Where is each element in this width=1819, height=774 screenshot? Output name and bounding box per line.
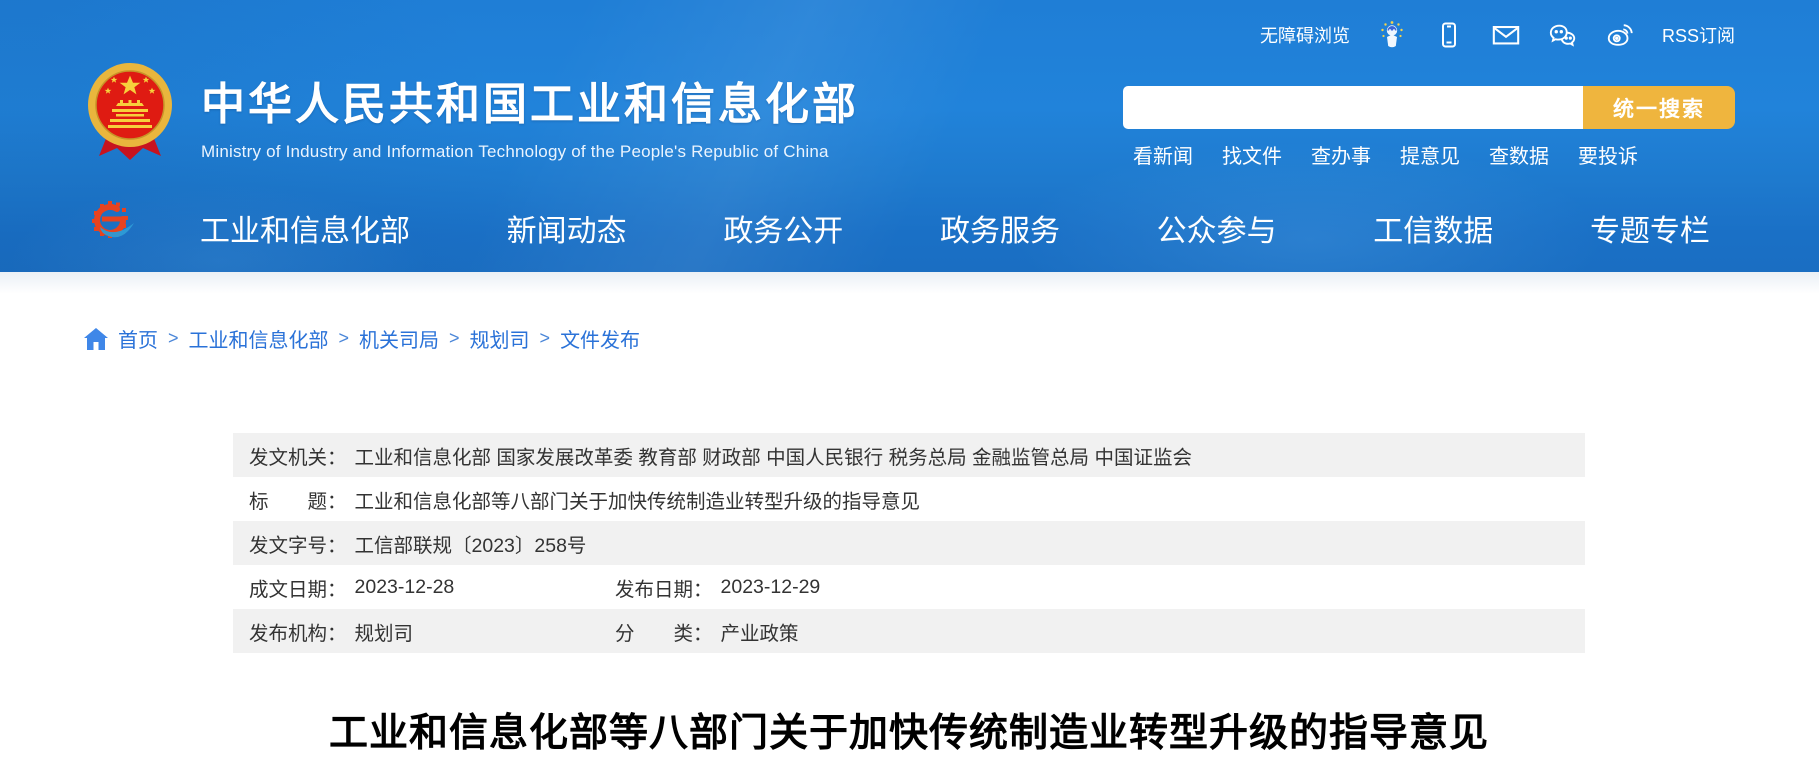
article-title: 工业和信息化部等八部门关于加快传统制造业转型升级的指导意见 — [233, 702, 1585, 758]
breadcrumb-planning-dept[interactable]: 规划司 — [470, 324, 530, 353]
robot-assistant-icon[interactable] — [1377, 20, 1407, 50]
meta-label: 发文字号： — [249, 529, 347, 558]
breadcrumb-ministry[interactable]: 工业和信息化部 — [189, 324, 329, 353]
meta-row-title: 标 题： 工业和信息化部等八部门关于加快传统制造业转型升级的指导意见 — [233, 477, 1585, 521]
breadcrumb: 首页 > 工业和信息化部 > 机关司局 > 规划司 > 文件发布 — [84, 324, 640, 353]
site-header: 无障碍浏览 — [0, 0, 1819, 272]
meta-value: 2023-12-28 — [355, 576, 455, 599]
national-emblem-logo — [85, 60, 175, 162]
quicklink-complaint[interactable]: 要投诉 — [1578, 140, 1638, 169]
breadcrumb-departments[interactable]: 机关司局 — [359, 324, 439, 353]
quicklink-feedback[interactable]: 提意见 — [1400, 140, 1460, 169]
nav-item-news[interactable]: 新闻动态 — [507, 206, 627, 250]
quick-links: 看新闻 找文件 查办事 提意见 查数据 要投诉 — [1133, 140, 1638, 169]
search-bar: 统一搜索 — [1123, 86, 1735, 129]
document-meta-table: 发文机关： 工业和信息化部 国家发展改革委 教育部 财政部 中国人民银行 税务总… — [233, 433, 1585, 653]
quicklink-services[interactable]: 查办事 — [1311, 140, 1371, 169]
nav-item-special-topics[interactable]: 专题专栏 — [1590, 206, 1710, 250]
nav-item-ministry[interactable]: 工业和信息化部 — [200, 206, 410, 250]
meta-row-dates: 成文日期： 2023-12-28 发布日期： 2023-12-29 — [233, 565, 1585, 609]
meta-label: 分 类： — [615, 617, 713, 646]
breadcrumb-separator: > — [339, 328, 350, 349]
miit-nav-logo-icon — [88, 200, 142, 246]
meta-value: 工信部联规〔2023〕258号 — [355, 529, 587, 558]
meta-value: 2023-12-29 — [721, 576, 821, 599]
breadcrumb-document-release[interactable]: 文件发布 — [560, 324, 640, 353]
quicklink-data[interactable]: 查数据 — [1489, 140, 1549, 169]
breadcrumb-separator: > — [168, 328, 179, 349]
mail-icon[interactable] — [1491, 20, 1521, 50]
breadcrumb-home[interactable]: 首页 — [118, 324, 158, 353]
accessibility-link[interactable]: 无障碍浏览 — [1260, 22, 1350, 48]
main-nav: 工业和信息化部 新闻动态 政务公开 政务服务 公众参与 工信数据 专题专栏 — [200, 206, 1710, 250]
breadcrumb-separator: > — [449, 328, 460, 349]
site-subtitle-en: Ministry of Industry and Information Tec… — [201, 142, 859, 162]
brand: 中华人民共和国工业和信息化部 Ministry of Industry and … — [85, 60, 859, 162]
weibo-icon[interactable] — [1605, 20, 1635, 50]
wechat-icon[interactable] — [1548, 20, 1578, 50]
meta-label: 标 题： — [249, 485, 347, 514]
meta-row-publisher-category: 发布机构： 规划司 分 类： 产业政策 — [233, 609, 1585, 653]
quicklink-news[interactable]: 看新闻 — [1133, 140, 1193, 169]
nav-item-gov-disclosure[interactable]: 政务公开 — [723, 206, 843, 250]
quicklink-documents[interactable]: 找文件 — [1222, 140, 1282, 169]
meta-label: 发布日期： — [615, 573, 713, 602]
rss-link[interactable]: RSS订阅 — [1662, 22, 1735, 48]
meta-label: 发文机关： — [249, 441, 347, 470]
meta-value: 规划司 — [355, 617, 414, 646]
mobile-icon[interactable] — [1434, 20, 1464, 50]
meta-value: 工业和信息化部等八部门关于加快传统制造业转型升级的指导意见 — [355, 485, 921, 514]
home-icon[interactable] — [84, 328, 108, 350]
meta-value: 产业政策 — [721, 617, 799, 646]
meta-label: 发布机构： — [249, 617, 347, 646]
topbar: 无障碍浏览 — [1260, 16, 1735, 54]
nav-item-gov-services[interactable]: 政务服务 — [940, 206, 1060, 250]
search-button[interactable]: 统一搜索 — [1583, 86, 1735, 129]
site-title: 中华人民共和国工业和信息化部 — [201, 68, 859, 132]
meta-row-issuing-agency: 发文机关： 工业和信息化部 国家发展改革委 教育部 财政部 中国人民银行 税务总… — [233, 433, 1585, 477]
meta-row-document-number: 发文字号： 工信部联规〔2023〕258号 — [233, 521, 1585, 565]
meta-label: 成文日期： — [249, 573, 347, 602]
nav-item-public-participation[interactable]: 公众参与 — [1157, 206, 1277, 250]
page: 无障碍浏览 — [0, 0, 1819, 774]
search-input[interactable] — [1123, 86, 1583, 129]
header-shadow — [0, 272, 1819, 294]
nav-item-miit-data[interactable]: 工信数据 — [1373, 206, 1493, 250]
breadcrumb-separator: > — [540, 328, 551, 349]
meta-value: 工业和信息化部 国家发展改革委 教育部 财政部 中国人民银行 税务总局 金融监管… — [355, 441, 1192, 470]
